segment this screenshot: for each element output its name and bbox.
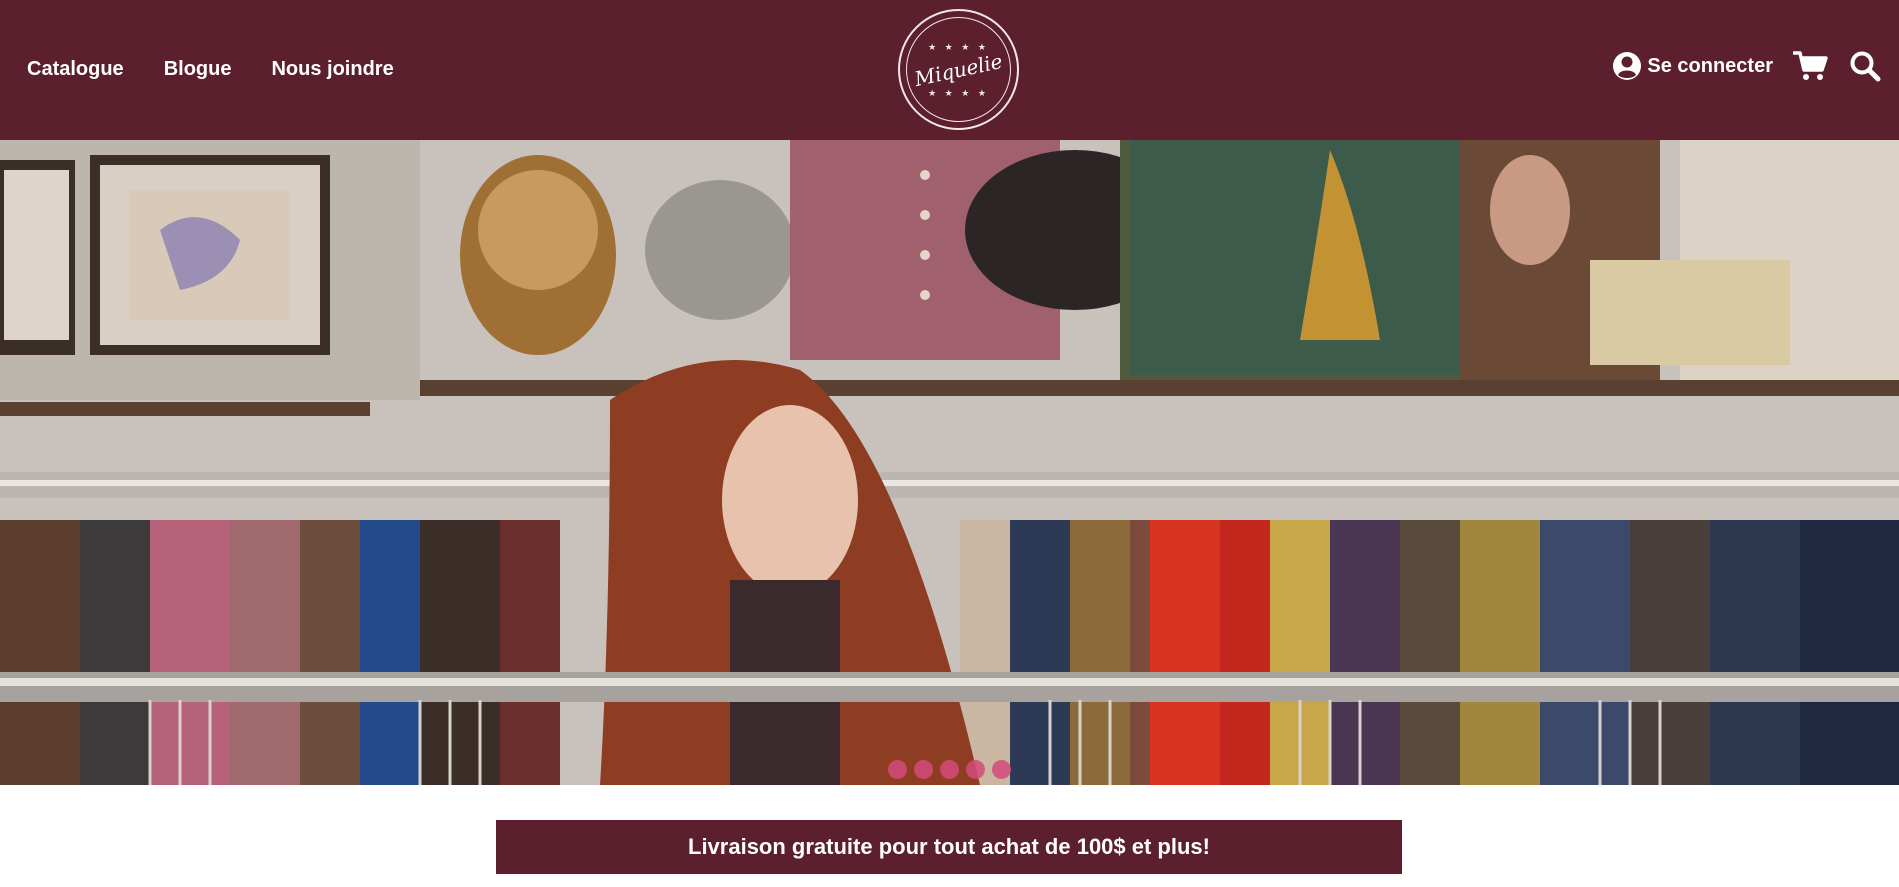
carousel-dot-3[interactable] [940, 760, 959, 779]
carousel-dot-4[interactable] [966, 760, 985, 779]
user-circle-icon [1612, 51, 1642, 81]
carousel-dots [888, 760, 1011, 779]
login-button[interactable]: Se connecter [1612, 51, 1773, 81]
nav-item-nous-joindre[interactable]: Nous joindre [271, 58, 393, 81]
carousel-dot-5[interactable] [992, 760, 1011, 779]
nav-item-blogue[interactable]: Blogue [164, 58, 232, 81]
carousel-dot-1[interactable] [888, 760, 907, 779]
free-shipping-banner: Livraison gratuite pour tout achat de 10… [496, 820, 1402, 874]
login-label: Se connecter [1647, 54, 1773, 77]
nav-item-catalogue[interactable]: Catalogue [27, 58, 124, 81]
site-logo[interactable]: ★ ★ ★ ★ Miquelie ★ ★ ★ ★ [898, 9, 1019, 130]
free-shipping-text: Livraison gratuite pour tout achat de 10… [688, 834, 1210, 859]
main-nav: Catalogue Blogue Nous joindre [27, 58, 394, 81]
account-nav: Se connecter [1612, 50, 1881, 82]
search-icon[interactable] [1849, 50, 1881, 82]
logo-badge: ★ ★ ★ ★ Miquelie ★ ★ ★ ★ [906, 17, 1011, 122]
cart-icon[interactable] [1793, 50, 1829, 82]
logo-stars-bottom: ★ ★ ★ ★ [928, 87, 989, 98]
hero-carousel [0, 140, 1899, 785]
logo-stars-top: ★ ★ ★ ★ [928, 41, 989, 52]
hero-image [0, 140, 1899, 785]
carousel-dot-2[interactable] [914, 760, 933, 779]
site-header: Catalogue Blogue Nous joindre ★ ★ ★ ★ Mi… [0, 0, 1899, 140]
logo-text: Miquelie [912, 48, 1005, 91]
